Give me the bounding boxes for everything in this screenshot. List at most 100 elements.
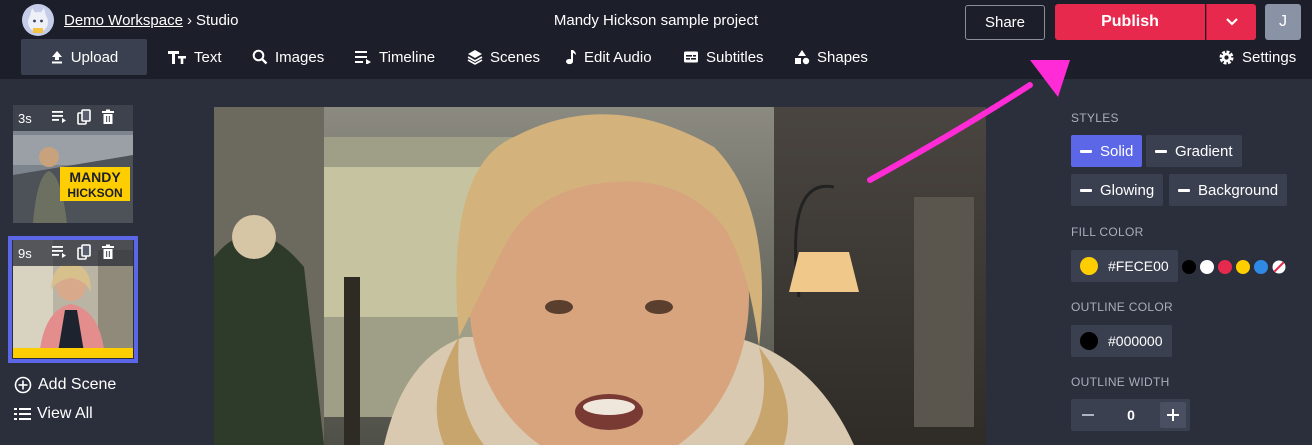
decrement-button[interactable] <box>1075 402 1101 428</box>
text-icon <box>168 51 186 64</box>
video-preview[interactable] <box>214 107 986 445</box>
toolbar-images-label: Images <box>275 48 325 66</box>
share-button[interactable]: Share <box>965 5 1045 40</box>
outline-width-value[interactable]: 0 <box>1111 399 1151 431</box>
trash-icon[interactable] <box>101 109 115 125</box>
toolbar-timeline[interactable]: Timeline <box>354 39 435 75</box>
view-all-button[interactable]: View All <box>14 405 93 423</box>
scene-thumbnail-1[interactable]: MANDY HICKSON 3s <box>13 105 133 223</box>
dash-icon <box>1080 149 1092 153</box>
toolbar-edit-audio-label: Edit Audio <box>584 48 652 66</box>
toolbar-scenes-label: Scenes <box>490 48 541 66</box>
toolbar-text-label: Text <box>194 48 222 66</box>
preset-color-black[interactable] <box>1182 260 1196 274</box>
styles-label: STYLES <box>1071 111 1119 125</box>
user-avatar[interactable]: J <box>1265 4 1301 40</box>
style-gradient-label: Gradient <box>1175 142 1233 160</box>
outline-width-stepper: 0 <box>1071 399 1190 431</box>
scene-1-duration: 3s <box>18 110 32 126</box>
toolbar-settings-label: Settings <box>1242 48 1297 66</box>
no-color-icon[interactable] <box>1272 260 1286 274</box>
style-gradient-button[interactable]: Gradient <box>1146 135 1242 167</box>
preset-color-blue[interactable] <box>1254 260 1268 274</box>
publish-button[interactable]: Publish <box>1055 4 1205 40</box>
plus-icon <box>1167 409 1179 421</box>
toolbar-upload-label: Upload <box>70 48 119 66</box>
minus-icon <box>1082 414 1094 416</box>
timeline-icon <box>355 51 371 64</box>
outline-color-picker[interactable]: #000000 <box>1071 325 1172 357</box>
view-all-label: View All <box>37 405 93 422</box>
canvas-area <box>150 79 1058 445</box>
subtitles-icon <box>684 51 698 63</box>
style-background-button[interactable]: Background <box>1169 174 1288 206</box>
add-scene-label: Add Scene <box>38 376 117 393</box>
toolbar-shapes-label: Shapes <box>817 48 868 66</box>
style-background-label: Background <box>1198 181 1279 199</box>
toolbar-images[interactable]: Images <box>252 39 324 75</box>
dash-icon <box>1178 188 1190 192</box>
list-icon <box>14 408 31 420</box>
toolbar-edit-audio[interactable]: Edit Audio <box>565 39 652 75</box>
outline-color-value: #000000 <box>1108 333 1163 349</box>
outline-color-swatch <box>1080 332 1098 350</box>
preset-color-white[interactable] <box>1200 260 1214 274</box>
toolbar-subtitles[interactable]: Subtitles <box>683 39 764 75</box>
toolbar-subtitles-label: Subtitles <box>706 48 764 66</box>
scene-2-duration: 9s <box>18 245 32 261</box>
lines-icon[interactable] <box>51 109 67 123</box>
music-note-icon <box>566 50 576 65</box>
style-glowing-label: Glowing <box>1100 181 1155 199</box>
preset-color-yellow[interactable] <box>1236 260 1250 274</box>
breadcrumb-separator: › <box>186 11 192 29</box>
toolbar-settings[interactable]: Settings <box>1218 39 1296 75</box>
properties-panel: STYLES Solid Gradient Glowing Background… <box>1058 79 1312 445</box>
add-scene-button[interactable]: Add Scene <box>14 376 116 394</box>
toolbar-scenes[interactable]: Scenes <box>467 39 540 75</box>
outline-color-label: OUTLINE COLOR <box>1071 300 1173 314</box>
scene-2-header: 9s <box>13 240 133 266</box>
lines-icon[interactable] <box>51 244 67 258</box>
duplicate-icon[interactable] <box>77 109 91 125</box>
cat-logo-icon <box>28 8 48 33</box>
preset-colors <box>1182 260 1286 274</box>
fill-color-value: #FECE00 <box>1108 258 1169 274</box>
dash-icon <box>1155 149 1167 153</box>
fill-color-label: FILL COLOR <box>1071 225 1144 239</box>
chevron-down-icon <box>1225 18 1238 26</box>
search-icon <box>252 49 268 65</box>
style-solid-button[interactable]: Solid <box>1071 135 1143 167</box>
scene-1-caption-line2: HICKSON <box>67 186 123 200</box>
workspace-link[interactable]: Demo Workspace <box>64 12 183 29</box>
top-bar: Demo Workspace › Studio Mandy Hickson sa… <box>0 0 1312 79</box>
trash-icon[interactable] <box>101 244 115 260</box>
toolbar-shapes[interactable]: Shapes <box>794 39 868 75</box>
style-glowing-button[interactable]: Glowing <box>1071 174 1164 206</box>
dash-icon <box>1080 188 1092 192</box>
shapes-icon <box>795 50 810 65</box>
preset-color-red[interactable] <box>1218 260 1232 274</box>
upload-icon <box>51 51 62 64</box>
video-frame-image <box>214 107 986 445</box>
style-solid-label: Solid <box>1100 142 1134 160</box>
increment-button[interactable] <box>1160 402 1186 428</box>
toolbar-timeline-label: Timeline <box>379 48 436 66</box>
publish-options-button[interactable] <box>1206 4 1256 40</box>
gear-icon <box>1219 49 1234 65</box>
scene-thumbnail-2[interactable]: 9s <box>13 240 133 358</box>
scenes-panel: MANDY HICKSON 3s 9s Add Scene View All <box>0 79 150 445</box>
layers-icon <box>467 50 483 65</box>
toolbar-upload[interactable]: Upload <box>21 39 147 75</box>
workspace-breadcrumb: Demo Workspace › Studio <box>22 4 238 36</box>
workspace-avatar[interactable] <box>22 4 54 36</box>
breadcrumb-current: Studio <box>195 11 239 29</box>
plus-circle-icon <box>14 376 32 394</box>
fill-color-picker[interactable]: #FECE00 <box>1071 250 1178 282</box>
toolbar-text[interactable]: Text <box>167 39 222 75</box>
scene-1-caption-line1: MANDY <box>69 169 121 185</box>
outline-width-label: OUTLINE WIDTH <box>1071 375 1170 389</box>
editor-toolbar: Upload Text Images Timeline Scenes Edit … <box>0 39 1312 75</box>
scene-1-caption: MANDY HICKSON <box>60 167 130 201</box>
scene-1-header: 3s <box>13 105 133 131</box>
duplicate-icon[interactable] <box>77 244 91 260</box>
